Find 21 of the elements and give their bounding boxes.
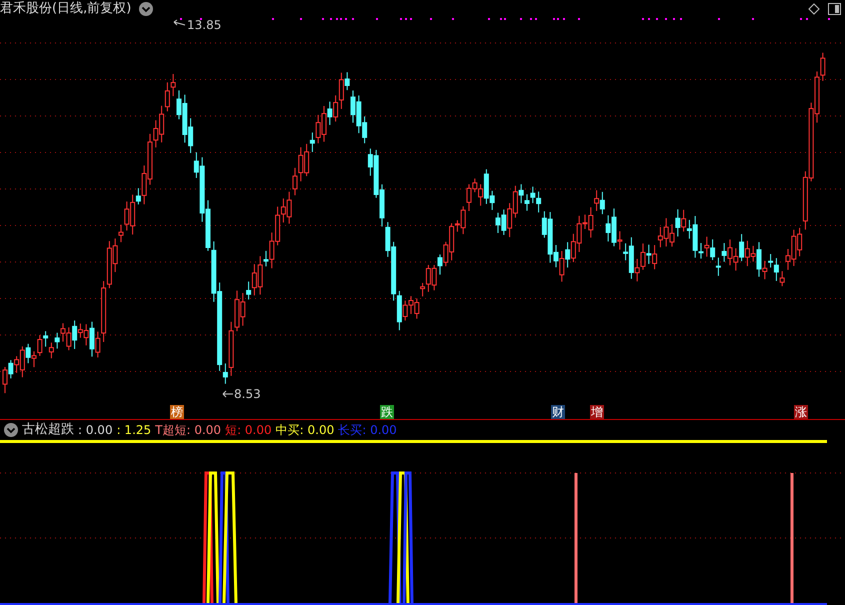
- collapse-icon[interactable]: [4, 423, 18, 437]
- indicator-name: 古松超跌: [22, 421, 74, 439]
- indicator-value: : 1.25: [116, 422, 152, 439]
- event-marker[interactable]: 跌: [380, 405, 394, 419]
- indicator-value: T超短: 0.00: [155, 422, 222, 439]
- high-price-label: 13.85: [187, 18, 222, 32]
- event-marker[interactable]: 财: [551, 405, 565, 419]
- arrow-icon: [222, 390, 234, 398]
- arrow-icon: [174, 20, 186, 26]
- event-marker[interactable]: 增: [590, 405, 604, 419]
- diamond-icon[interactable]: [808, 3, 820, 15]
- low-price-label: 8.53: [234, 387, 261, 401]
- indicator-value: 短: 0.00: [225, 422, 272, 439]
- event-marker[interactable]: 榜: [170, 405, 184, 419]
- dropdown-icon[interactable]: [139, 2, 154, 16]
- indicator-value: : 0.00: [78, 422, 113, 439]
- indicator-value: 中买: 0.00: [276, 422, 334, 439]
- panel-icon[interactable]: [828, 3, 841, 15]
- event-marker[interactable]: 涨: [794, 405, 808, 419]
- indicator-value: 长买: 0.00: [338, 422, 397, 439]
- stock-title: 君禾股份(日线,前复权): [0, 0, 132, 18]
